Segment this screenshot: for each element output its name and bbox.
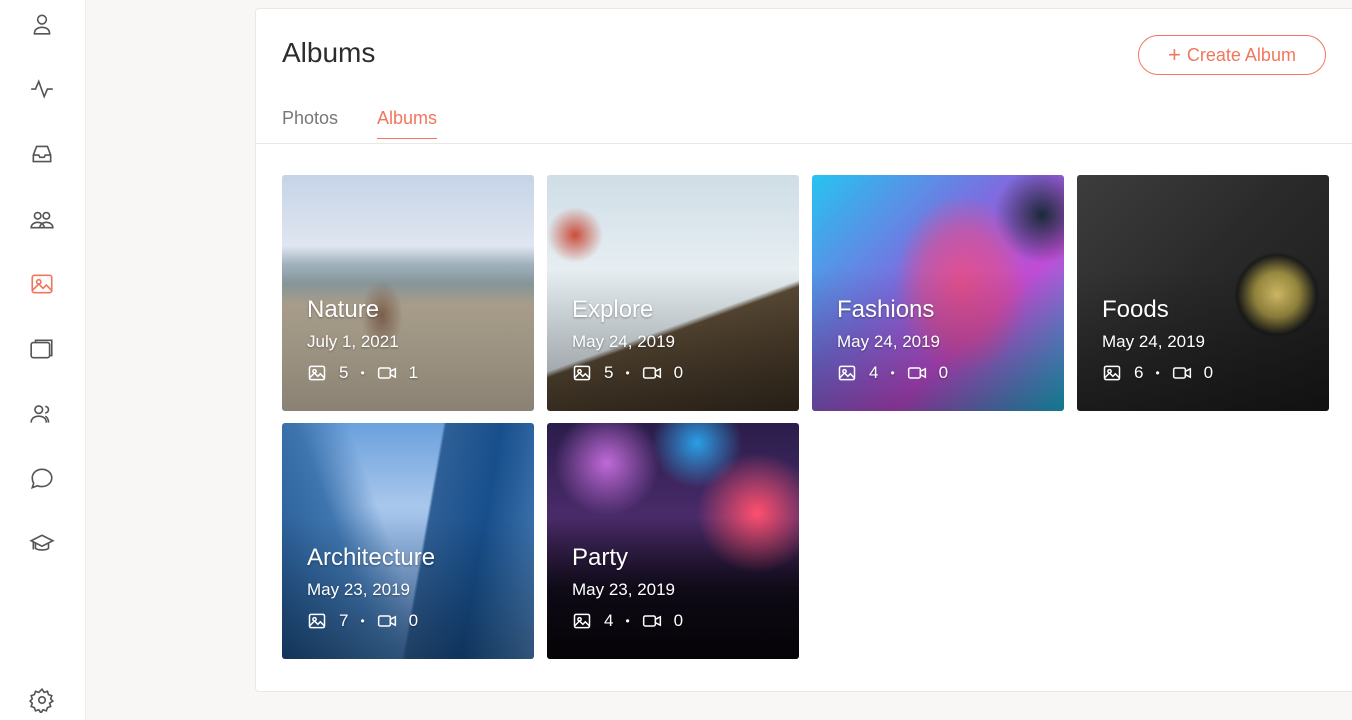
- album-date: July 1, 2021: [307, 332, 399, 351]
- video-count-icon: [377, 367, 396, 379]
- album-card-nature[interactable]: Nature July 1, 2021 5 • 1: [282, 175, 534, 411]
- tab-albums[interactable]: Albums: [377, 108, 438, 139]
- album-date: May 24, 2019: [1102, 332, 1206, 351]
- album-card-party[interactable]: Party May 23, 2019 4 • 0: [547, 423, 799, 659]
- album-card-explore[interactable]: Explore May 24, 2019 5 • 0: [547, 175, 799, 411]
- video-count-icon: [377, 615, 396, 627]
- separator-dot: •: [360, 614, 365, 628]
- album-counts: 5 • 1: [307, 363, 418, 383]
- video-count: 0: [673, 363, 684, 382]
- album-counts: 7 • 0: [307, 611, 418, 631]
- create-album-button[interactable]: + Create Album: [1138, 35, 1326, 75]
- photo-count-icon: [838, 365, 856, 381]
- plus-icon: +: [1168, 42, 1181, 67]
- video-count: 0: [938, 363, 949, 382]
- separator-dot: •: [890, 366, 895, 380]
- separator-dot: •: [1155, 366, 1160, 380]
- video-count: 0: [1203, 363, 1214, 382]
- album-date: May 24, 2019: [837, 332, 941, 351]
- inbox-icon[interactable]: [28, 140, 56, 168]
- album-date: May 23, 2019: [572, 580, 676, 599]
- image-icon[interactable]: [28, 270, 56, 298]
- album-title: Architecture: [307, 544, 436, 571]
- album-counts: 5 • 0: [572, 363, 683, 383]
- photo-count: 4: [869, 363, 879, 382]
- album-counts: 4 • 0: [837, 363, 948, 383]
- sidebar: [0, 0, 86, 720]
- photo-count-icon: [573, 613, 591, 629]
- album-title: Party: [572, 544, 629, 571]
- video-count: 0: [408, 611, 419, 630]
- chat-icon[interactable]: [28, 465, 56, 493]
- tab-photos[interactable]: Photos: [282, 108, 338, 138]
- separator-dot: •: [360, 366, 365, 380]
- folders-icon[interactable]: [28, 335, 56, 363]
- separator-dot: •: [625, 366, 630, 380]
- settings-icon[interactable]: [28, 686, 56, 714]
- album-counts: 4 • 0: [572, 611, 683, 631]
- albums-panel: Albums + Create Album Photos Albums Natu…: [255, 8, 1352, 692]
- photo-count: 6: [1134, 363, 1144, 382]
- album-date: May 24, 2019: [572, 332, 676, 351]
- photo-count: 4: [604, 611, 614, 630]
- album-title: Nature: [307, 296, 380, 323]
- video-count-icon: [1172, 367, 1191, 379]
- user-icon[interactable]: [28, 10, 56, 38]
- video-count: 1: [408, 363, 419, 382]
- photo-count: 5: [604, 363, 614, 382]
- video-count-icon: [642, 367, 661, 379]
- video-count-icon: [642, 615, 661, 627]
- graduation-cap-icon[interactable]: [28, 530, 56, 558]
- photo-count: 7: [339, 611, 349, 630]
- album-title: Fashions: [837, 296, 935, 323]
- album-title: Foods: [1102, 296, 1169, 323]
- album-title: Explore: [572, 296, 654, 323]
- activity-icon[interactable]: [28, 75, 56, 103]
- create-album-label: Create Album: [1186, 44, 1296, 65]
- album-counts: 6 • 0: [1102, 363, 1213, 383]
- photo-count-icon: [1103, 365, 1121, 381]
- video-count-icon: [907, 367, 926, 379]
- album-card-architecture[interactable]: Architecture May 23, 2019 7 • 0: [282, 423, 534, 659]
- album-card-fashions[interactable]: Fashions May 24, 2019 4 • 0: [812, 175, 1064, 411]
- video-count: 0: [673, 611, 684, 630]
- photo-count-icon: [308, 365, 326, 381]
- album-card-foods[interactable]: Foods May 24, 2019 6 • 0: [1077, 175, 1329, 411]
- tab-bar: Photos Albums: [256, 105, 1352, 144]
- photo-count-icon: [573, 365, 591, 381]
- users-group-icon[interactable]: [28, 205, 56, 233]
- contacts-icon[interactable]: [28, 400, 56, 428]
- photo-count-icon: [308, 613, 326, 629]
- photo-count: 5: [339, 363, 349, 382]
- album-date: May 23, 2019: [307, 580, 411, 599]
- separator-dot: •: [625, 614, 630, 628]
- page-title: Albums: [282, 37, 376, 68]
